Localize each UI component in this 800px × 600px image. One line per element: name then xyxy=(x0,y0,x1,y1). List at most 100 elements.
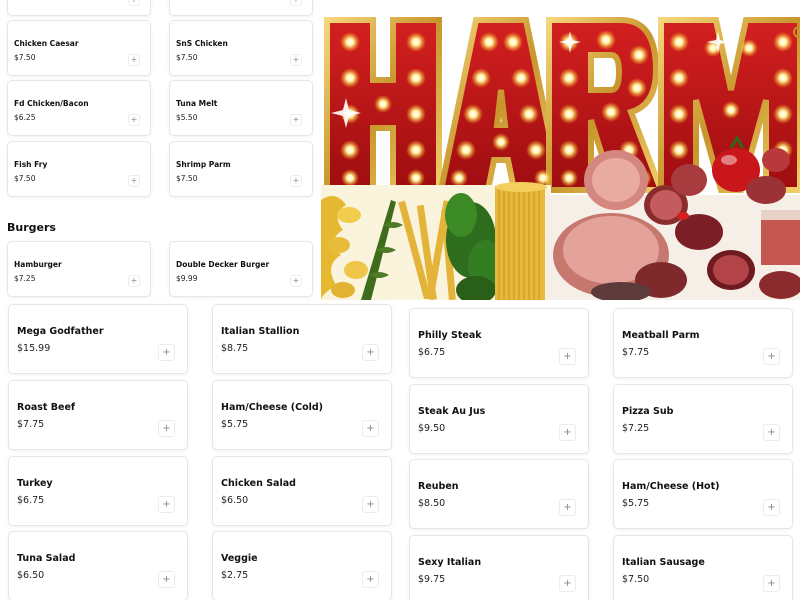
plus-icon: + xyxy=(563,501,572,513)
add-to-cart-button[interactable]: + xyxy=(362,344,379,361)
item-price: $7.50 xyxy=(176,53,198,62)
plus-icon: + xyxy=(767,501,776,513)
menu-item-card[interactable]: Mega Godfather $15.99 + xyxy=(8,304,188,374)
add-to-cart-button[interactable]: + xyxy=(559,348,576,365)
menu-item-card[interactable]: Shrimp Parm $7.50 + xyxy=(169,141,313,197)
item-name: Reuben xyxy=(418,481,459,492)
plus-icon: + xyxy=(767,426,776,438)
pasta-graphic xyxy=(321,182,551,300)
add-to-cart-button[interactable]: + xyxy=(763,348,780,365)
plus-icon: + xyxy=(767,577,776,589)
item-name: Steak Au Jus xyxy=(418,406,486,417)
menu-item-card[interactable]: Tuna Melt $5.50 + xyxy=(169,80,313,136)
plus-icon: + xyxy=(162,346,171,358)
menu-item-card[interactable]: SnS Chicken $7.50 + xyxy=(169,20,313,76)
item-name: Chicken Salad xyxy=(221,478,296,489)
item-price: $7.50 xyxy=(14,53,36,62)
add-to-cart-button[interactable]: + xyxy=(559,424,576,441)
item-name: Pizza Sub xyxy=(622,406,674,417)
item-price: $7.50 xyxy=(14,174,36,183)
plus-icon: + xyxy=(292,176,300,185)
menu-item-card-partial[interactable]: + xyxy=(169,0,313,16)
add-to-cart-button[interactable]: + xyxy=(362,571,379,588)
item-price: $8.75 xyxy=(221,343,249,354)
menu-item-card[interactable]: Double Decker Burger $9.99 + xyxy=(169,241,313,297)
add-to-cart-button[interactable]: + xyxy=(290,0,302,6)
plus-icon: + xyxy=(293,0,300,4)
item-name: SnS Chicken xyxy=(176,39,228,48)
menu-item-card[interactable]: Meatball Parm $7.75 + xyxy=(613,308,793,378)
item-name: Ham/Cheese (Hot) xyxy=(622,481,720,492)
item-price: $9.75 xyxy=(418,574,446,585)
menu-item-card[interactable]: Roast Beef $7.75 + xyxy=(8,380,188,450)
add-to-cart-button[interactable]: + xyxy=(290,54,302,66)
menu-item-card[interactable]: Chicken Caesar $7.50 + xyxy=(7,20,151,76)
add-to-cart-button[interactable]: + xyxy=(290,275,302,287)
menu-item-card[interactable]: Pizza Sub $7.25 + xyxy=(613,384,793,454)
item-name: Chicken Caesar xyxy=(14,39,79,48)
item-name: Mega Godfather xyxy=(17,326,104,337)
menu-item-card[interactable]: Veggie $2.75 + xyxy=(212,531,392,600)
item-price: $8.50 xyxy=(418,498,446,509)
menu-item-card[interactable]: Italian Stallion $8.75 + xyxy=(212,304,392,374)
item-name: Fish Fry xyxy=(14,160,48,169)
item-name: Tuna Melt xyxy=(176,99,218,108)
add-to-cart-button[interactable]: + xyxy=(559,575,576,592)
menu-item-card[interactable]: Fd Chicken/Bacon $6.25 + xyxy=(7,80,151,136)
add-to-cart-button[interactable]: + xyxy=(158,344,175,361)
plus-icon: + xyxy=(767,350,776,362)
item-price: $9.50 xyxy=(418,423,446,434)
item-price: $7.75 xyxy=(622,347,650,358)
menu-item-card[interactable]: Hamburger $7.25 + xyxy=(7,241,151,297)
item-name: Tuna Salad xyxy=(17,553,76,564)
add-to-cart-button[interactable]: + xyxy=(763,499,780,516)
item-price: $6.50 xyxy=(221,495,249,506)
add-to-cart-button[interactable]: + xyxy=(128,275,140,287)
item-price: $5.75 xyxy=(622,498,650,509)
item-price: $5.75 xyxy=(221,419,249,430)
menu-item-card[interactable]: Steak Au Jus $9.50 + xyxy=(409,384,589,454)
add-to-cart-button[interactable]: + xyxy=(290,114,302,126)
item-name: Double Decker Burger xyxy=(176,260,270,269)
plus-icon: + xyxy=(130,276,138,285)
item-name: Veggie xyxy=(221,553,258,564)
menu-item-card[interactable]: Chicken Salad $6.50 + xyxy=(212,456,392,526)
item-price: $5.50 xyxy=(176,113,198,122)
add-to-cart-button[interactable]: + xyxy=(158,420,175,437)
item-name: Italian Stallion xyxy=(221,326,300,337)
add-to-cart-button[interactable]: + xyxy=(362,420,379,437)
menu-item-card[interactable]: Fish Fry $7.50 + xyxy=(7,141,151,197)
item-price: $6.50 xyxy=(17,570,45,581)
item-name: Philly Steak xyxy=(418,330,482,341)
menu-item-card[interactable]: Tuna Salad $6.50 + xyxy=(8,531,188,600)
item-price: $7.75 xyxy=(17,419,45,430)
menu-item-card[interactable]: Philly Steak $6.75 + xyxy=(409,308,589,378)
add-to-cart-button[interactable]: + xyxy=(559,499,576,516)
marquee-letters-graphic xyxy=(321,17,800,300)
add-to-cart-button[interactable]: + xyxy=(158,496,175,513)
item-name: Roast Beef xyxy=(17,402,76,413)
menu-item-card[interactable]: Ham/Cheese (Hot) $5.75 + xyxy=(613,459,793,529)
item-price: $6.75 xyxy=(418,347,446,358)
plus-icon: + xyxy=(366,498,375,510)
menu-item-card[interactable]: Turkey $6.75 + xyxy=(8,456,188,526)
item-price: $9.99 xyxy=(176,274,198,283)
menu-item-card[interactable]: Reuben $8.50 + xyxy=(409,459,589,529)
section-heading: Burgers xyxy=(7,221,56,234)
plus-icon: + xyxy=(162,498,171,510)
add-to-cart-button[interactable]: + xyxy=(128,54,140,66)
menu-item-card[interactable]: Italian Sausage $7.50 + xyxy=(613,535,793,600)
add-to-cart-button[interactable]: + xyxy=(290,175,302,187)
add-to-cart-button[interactable]: + xyxy=(158,571,175,588)
add-to-cart-button[interactable]: + xyxy=(763,575,780,592)
add-to-cart-button[interactable]: + xyxy=(763,424,780,441)
add-to-cart-button[interactable]: + xyxy=(362,496,379,513)
add-to-cart-button[interactable]: + xyxy=(128,175,140,187)
menu-item-card[interactable]: Sexy Italian $9.75 + xyxy=(409,535,589,600)
add-to-cart-button[interactable]: + xyxy=(128,114,140,126)
plus-icon: + xyxy=(130,176,138,185)
menu-item-card[interactable]: Ham/Cheese (Cold) $5.75 + xyxy=(212,380,392,450)
menu-item-card-partial[interactable]: + xyxy=(7,0,151,16)
add-to-cart-button[interactable]: + xyxy=(128,0,140,6)
plus-icon: + xyxy=(292,55,300,64)
